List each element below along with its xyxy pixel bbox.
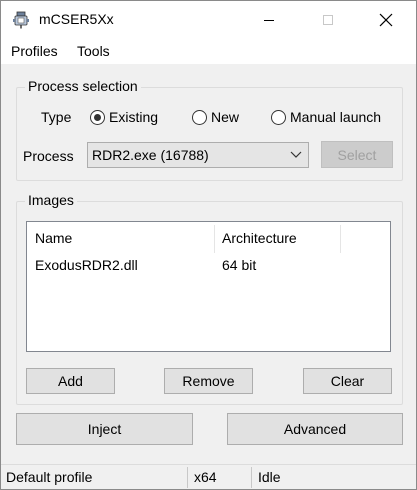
close-button[interactable] [363,1,409,39]
radio-manual-launch-label: Manual launch [290,109,382,125]
main-window: mCSER5Xx Profiles Tools Process selectio… [0,0,417,490]
radio-existing[interactable]: Existing [90,109,158,125]
remove-button[interactable]: Remove [164,368,253,394]
status-bar: Default profile x64 Idle [1,464,416,489]
radio-new-label: New [211,109,240,125]
inject-button[interactable]: Inject [16,413,193,445]
minimize-button[interactable] [246,1,292,39]
column-header-name[interactable]: Name [35,222,72,254]
radio-new[interactable]: New [192,109,239,125]
status-divider [187,467,188,488]
list-item[interactable]: ExodusRDR2.dll 64 bit [27,254,390,276]
chevron-down-icon [290,151,302,158]
process-label: Process [23,148,74,164]
type-label: Type [41,109,72,125]
maximize-button[interactable] [305,1,351,39]
clear-button[interactable]: Clear [303,368,392,394]
process-selection-title: Process selection [25,78,141,94]
column-divider[interactable] [340,225,341,253]
images-list[interactable]: Name Architecture ExodusRDR2.dll 64 bit [26,221,391,352]
advanced-button[interactable]: Advanced [227,413,403,445]
window-title: mCSER5Xx [39,11,114,27]
maximize-icon [323,15,333,25]
status-architecture: x64 [194,469,217,485]
injector-app-icon [13,11,29,29]
add-button[interactable]: Add [26,368,115,394]
close-icon [379,13,393,27]
image-architecture-cell: 64 bit [222,257,257,273]
images-title: Images [25,192,77,208]
menu-bar: Profiles Tools [1,39,416,65]
column-header-architecture[interactable]: Architecture [222,222,297,254]
radio-manual-launch[interactable]: Manual launch [271,109,381,125]
minimize-icon [264,20,274,21]
status-profile: Default profile [6,469,93,485]
menu-profiles[interactable]: Profiles [11,43,58,59]
title-bar[interactable]: mCSER5Xx [1,1,416,39]
select-button[interactable]: Select [321,141,393,168]
images-list-header: Name Architecture [27,222,390,254]
radio-manual-launch-indicator [271,109,286,125]
radio-existing-label: Existing [109,109,159,125]
process-dropdown[interactable]: RDR2.exe (16788) [87,142,309,168]
radio-existing-indicator [90,109,105,125]
status-divider [251,467,252,488]
process-dropdown-value: RDR2.exe (16788) [92,147,209,163]
column-divider[interactable] [214,225,215,253]
menu-tools[interactable]: Tools [77,43,110,59]
radio-new-indicator [192,109,207,125]
image-name-cell: ExodusRDR2.dll [35,257,138,273]
status-state: Idle [258,469,281,485]
